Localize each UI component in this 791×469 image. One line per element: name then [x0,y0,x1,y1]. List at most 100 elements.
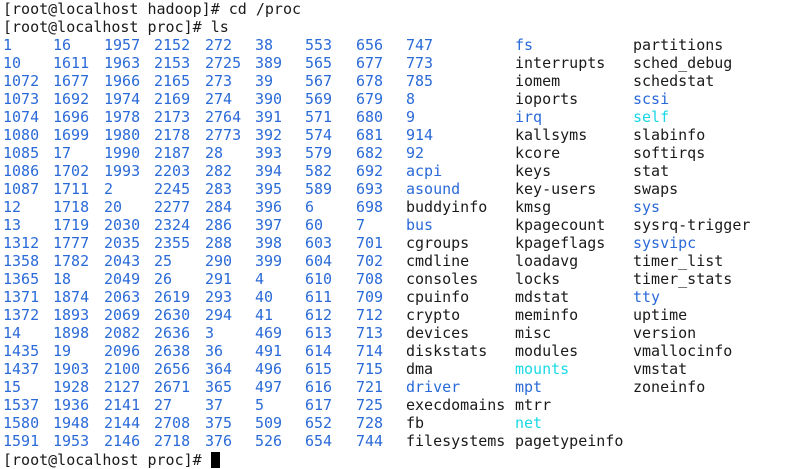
ls-column: 1 10 1072 1073 1074 1080 1085 1086 1087 12 13 1312 1… [3,36,39,450]
ls-entry: 391 [255,108,283,126]
ls-entry: 2636 [154,324,191,342]
ls-entry: 1085 [3,144,40,162]
ls-entry: 2187 [154,144,191,162]
shell-prompt: [root@localhost proc]# [3,451,211,469]
ls-entry: 582 [305,162,333,180]
ls-entry: 2773 [205,126,242,144]
ls-entry: 1702 [53,162,90,180]
ls-entry: 1874 [53,288,90,306]
ls-entry: 553 [305,36,333,54]
ls-entry: 714 [356,342,384,360]
ls-entry: 1580 [3,414,40,432]
ls-entry: 18 [53,270,72,288]
ls-entry: 282 [205,162,233,180]
ls-entry: 773 [406,54,434,72]
ls-entry: bus [406,216,434,234]
ls-entry: driver [406,378,461,396]
ls-entry: 2169 [154,90,191,108]
ls-entry: kallsyms [515,126,588,144]
ls-entry: 715 [356,360,384,378]
ls-entry: 677 [356,54,384,72]
ls-entry: loadavg [515,252,579,270]
ls-entry: cpuinfo [406,288,470,306]
ls-entry: modules [515,342,579,360]
ls-entry: 1782 [53,252,90,270]
ls-entry: devices [406,324,470,342]
ls-entry: 491 [255,342,283,360]
ls-entry: vmstat [633,360,688,378]
ls-entry: 288 [205,234,233,252]
ls-entry: 701 [356,234,384,252]
ls-entry: 1591 [3,432,40,450]
ls-entry: 747 [406,36,434,54]
terminal-window[interactable]: [root@localhost hadoop]# cd /proc [root@… [0,0,791,469]
ls-entry: 2153 [154,54,191,72]
ls-entry: 1953 [53,432,90,450]
ls-entry: 2671 [154,378,191,396]
ls-entry: 1903 [53,360,90,378]
ls-entry: 1936 [53,396,90,414]
ls-entry: 1537 [3,396,40,414]
ls-entry: 14 [3,324,22,342]
ls-entry: 2718 [154,432,191,450]
ls-entry: 2030 [104,216,141,234]
ls-entry: 1893 [53,306,90,324]
ls-entry: 92 [406,144,425,162]
ls-entry: 914 [406,126,434,144]
ls-entry: 681 [356,126,384,144]
ls-entry: timer_stats [633,270,733,288]
ls-entry: cgroups [406,234,470,252]
ls-entry: 785 [406,72,434,90]
ls-entry: 509 [255,414,283,432]
ls-entry: 2165 [154,72,191,90]
ls-entry: dma [406,360,434,378]
ls-entry: 15 [3,378,22,396]
ls-entry: execdomains [406,396,506,414]
current-prompt-line[interactable]: [root@localhost proc]# [3,451,220,469]
text-cursor [210,452,220,468]
ls-entry: diskstats [406,342,488,360]
ls-entry: 274 [205,90,233,108]
ls-entry: misc [515,324,552,342]
ls-entry: keys [515,162,552,180]
ls-entry: 693 [356,180,384,198]
ls-entry: 272 [205,36,233,54]
ls-entry: 2355 [154,234,191,252]
ls-entry: sys [633,198,661,216]
ls-entry: 1928 [53,378,90,396]
ls-entry: 1957 [104,36,141,54]
ls-entry: interrupts [515,54,606,72]
ls-entry: 692 [356,162,384,180]
ls-entry: 652 [305,414,333,432]
ls-entry: 12 [3,198,22,216]
ls-entry: sched_debug [633,54,733,72]
ls-entry: 679 [356,90,384,108]
ls-entry: 290 [205,252,233,270]
ls-entry: fb [406,414,425,432]
ls-column: 747 773 785 8 9 914 92 acpi asound buddyinfo bus cg… [406,36,505,450]
ls-entry: 2069 [104,306,141,324]
ls-entry: 1898 [53,324,90,342]
ls-entry: 1699 [53,126,90,144]
ls-entry: iomem [515,72,561,90]
ls-entry: mpt [515,378,543,396]
ls-entry: 702 [356,252,384,270]
ls-entry: 1963 [104,54,141,72]
ls-entry: 399 [255,252,283,270]
ls-entry: 1611 [53,54,90,72]
ls-entry: 1074 [3,108,40,126]
ls-entry: 1358 [3,252,40,270]
ls-entry: meminfo [515,306,579,324]
ls-entry: 8 [406,90,416,108]
ls-entry: 2173 [154,108,191,126]
ls-entry: mtrr [515,396,552,414]
ls-entry: 2619 [154,288,191,306]
ls-entry: 2656 [154,360,191,378]
ls-entry: pagetypeinfo [515,432,624,450]
ls-entry: 613 [305,324,333,342]
ls-entry: 17 [53,144,72,162]
ls-entry: filesystems [406,432,506,450]
ls-entry: 7 [356,216,366,234]
ls-entry: 2144 [104,414,141,432]
ls-entry: kpagecount [515,216,606,234]
